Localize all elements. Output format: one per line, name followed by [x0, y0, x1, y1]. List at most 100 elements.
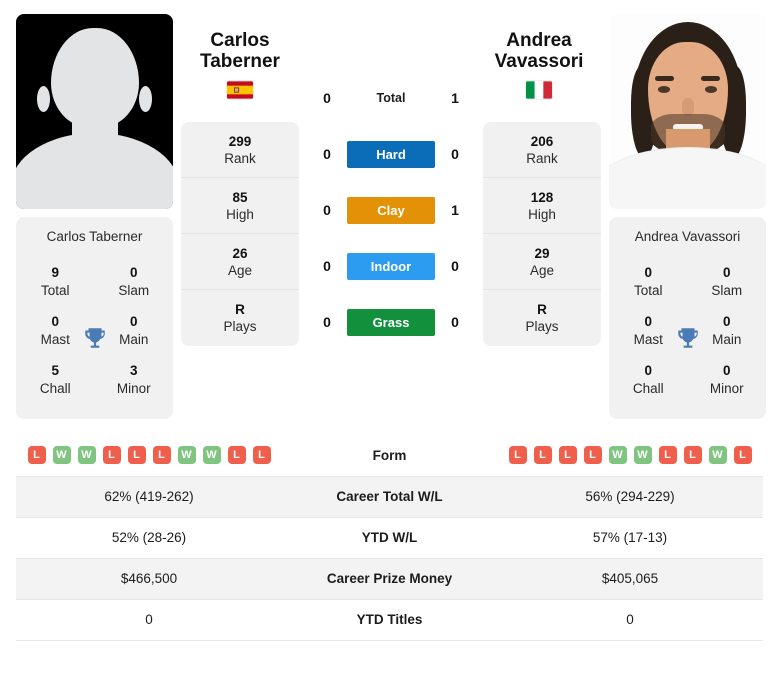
surface-badge-hard[interactable]: Hard	[347, 140, 435, 168]
label: Minor	[709, 381, 744, 396]
right-player-last-name: Vavassori	[494, 51, 584, 73]
left-player-titles-card: Carlos Taberner 9 Total 0 Slam 0 Mast 0 …	[16, 217, 173, 419]
value: 299	[228, 133, 252, 149]
left-stat-age: 26 Age	[181, 234, 299, 290]
form-chip-l[interactable]: L	[127, 446, 146, 465]
h2h-indoor-right-score: 0	[451, 258, 459, 274]
h2h-hard-right-score: 0	[451, 146, 459, 162]
left-stat-plays: R Plays	[181, 290, 299, 346]
left-career-prize-money: $466,500	[120, 571, 178, 586]
form-chip-l[interactable]: L	[27, 446, 46, 465]
right-player-heading[interactable]: Andrea Vavassori	[480, 30, 598, 99]
right-stat-high: 128 High	[483, 178, 601, 234]
row-label-career-total-wl: Career Total W/L	[336, 489, 443, 504]
left-stat-rank: 299 Rank	[181, 122, 299, 178]
form-chip-l[interactable]: L	[683, 446, 702, 465]
table-row-career-prize-money: $466,500 Career Prize Money $405,065	[16, 558, 763, 599]
value: 9	[51, 265, 59, 280]
left-stat-high: 85 High	[181, 178, 299, 234]
right-titles-slam: 0 Slam	[688, 258, 767, 307]
form-chip-l[interactable]: L	[733, 446, 752, 465]
trophy-icon	[84, 327, 105, 348]
right-titles-total: 0 Total	[609, 258, 688, 307]
label: Slam	[711, 283, 743, 298]
left-titles-chall: 5 Chall	[16, 356, 95, 405]
form-chip-l[interactable]: L	[558, 446, 577, 465]
h2h-row-hard: 0 Hard 0	[307, 126, 475, 182]
right-player-photo[interactable]	[609, 14, 766, 209]
form-chip-w[interactable]: W	[177, 446, 196, 465]
form-chip-w[interactable]: W	[608, 446, 627, 465]
surface-badge-grass[interactable]: Grass	[347, 308, 435, 336]
form-chip-l[interactable]: L	[658, 446, 677, 465]
table-row-career-total-wl: 62% (419-262) Career Total W/L 56% (294-…	[16, 476, 763, 517]
label: Chall	[632, 381, 664, 396]
right-stat-plays: R Plays	[483, 290, 601, 346]
right-career-total-wl: 56% (294-229)	[585, 489, 675, 504]
left-player-column: Carlos Taberner 9 Total 0 Slam 0 Mast 0 …	[16, 14, 173, 419]
form-chip-w[interactable]: W	[77, 446, 96, 465]
left-form-strip: LWWLLLWWLL	[16, 446, 282, 465]
table-row-ytd-wl: 52% (28-26) YTD W/L 57% (17-13)	[16, 517, 763, 558]
right-ytd-wl: 57% (17-13)	[592, 530, 668, 545]
right-stat-column: 206 Rank 128 High 29 Age R Plays	[483, 122, 601, 346]
row-label-ytd-wl: YTD W/L	[361, 530, 418, 545]
left-career-total-wl: 62% (419-262)	[104, 489, 194, 504]
value: 0	[644, 265, 652, 280]
form-chip-w[interactable]: W	[708, 446, 727, 465]
h2h-grass-right-score: 0	[451, 314, 459, 330]
value: 5	[51, 363, 59, 378]
left-form-cell: LWWLLLWWLL	[16, 435, 282, 476]
h2h-total-left-score: 0	[323, 90, 331, 106]
form-chip-l[interactable]: L	[227, 446, 246, 465]
h2h-row-total: 0 Total 1	[307, 70, 475, 126]
label: High	[528, 206, 556, 222]
row-label-form: Form	[372, 447, 407, 463]
label: Minor	[116, 381, 151, 396]
form-chip-l[interactable]: L	[533, 446, 552, 465]
form-chip-w[interactable]: W	[633, 446, 652, 465]
left-titles-total: 9 Total	[16, 258, 95, 307]
h2h-total-right-score: 1	[451, 90, 459, 106]
label: Age	[227, 262, 253, 278]
left-titles-grid: 9 Total 0 Slam 0 Mast 0 Main 5 Chall 3 M…	[16, 254, 173, 419]
label: Slam	[118, 283, 150, 298]
right-player-card-name: Andrea Vavassori	[634, 229, 741, 244]
right-titles-grid: 0 Total 0 Slam 0 Mast 0 Main 0 Chall 0 M…	[609, 254, 766, 419]
surface-badge-clay[interactable]: Clay	[347, 196, 435, 224]
surface-badge-indoor[interactable]: Indoor	[347, 252, 435, 280]
row-label-career-prize-money: Career Prize Money	[326, 571, 453, 586]
h2h-hard-left-score: 0	[323, 146, 331, 162]
h2h-comparison-page: Carlos Taberner 9 Total 0 Slam 0 Mast 0 …	[0, 0, 779, 641]
player-portrait-image	[609, 14, 766, 209]
left-ytd-titles: 0	[145, 612, 153, 627]
right-player-first-name: Andrea	[506, 30, 572, 51]
left-titles-minor: 3 Minor	[95, 356, 174, 405]
form-chip-w[interactable]: W	[52, 446, 71, 465]
form-chip-w[interactable]: W	[202, 446, 221, 465]
h2h-clay-right-score: 1	[451, 202, 459, 218]
table-row-ytd-titles: 0 YTD Titles 0	[16, 599, 763, 640]
h2h-row-grass: 0 Grass 0	[307, 294, 475, 350]
right-titles-chall: 0 Chall	[609, 356, 688, 405]
label: High	[226, 206, 254, 222]
form-chip-l[interactable]: L	[508, 446, 527, 465]
value: 3	[129, 363, 138, 378]
label: Rank	[224, 150, 256, 166]
right-career-prize-money: $405,065	[601, 571, 659, 586]
comparison-stats-table: LWWLLLWWLL Form LLLLWWLLWL 62% (419-262)…	[16, 435, 763, 641]
value: 29	[534, 245, 550, 261]
flag-spain-icon	[227, 80, 253, 99]
left-player-heading[interactable]: Carlos Taberner	[181, 30, 299, 99]
form-chip-l[interactable]: L	[252, 446, 271, 465]
right-form-strip: LLLLWWLLWL	[497, 446, 763, 465]
label: Total	[633, 283, 663, 298]
form-chip-l[interactable]: L	[102, 446, 121, 465]
value: R	[537, 302, 547, 317]
form-chip-l[interactable]: L	[152, 446, 171, 465]
form-chip-l[interactable]: L	[583, 446, 602, 465]
table-row-form: LWWLLLWWLL Form LLLLWWLLWL	[16, 435, 763, 476]
left-player-photo[interactable]	[16, 14, 173, 209]
right-stat-rank: 206 Rank	[483, 122, 601, 178]
h2h-clay-left-score: 0	[323, 202, 331, 218]
